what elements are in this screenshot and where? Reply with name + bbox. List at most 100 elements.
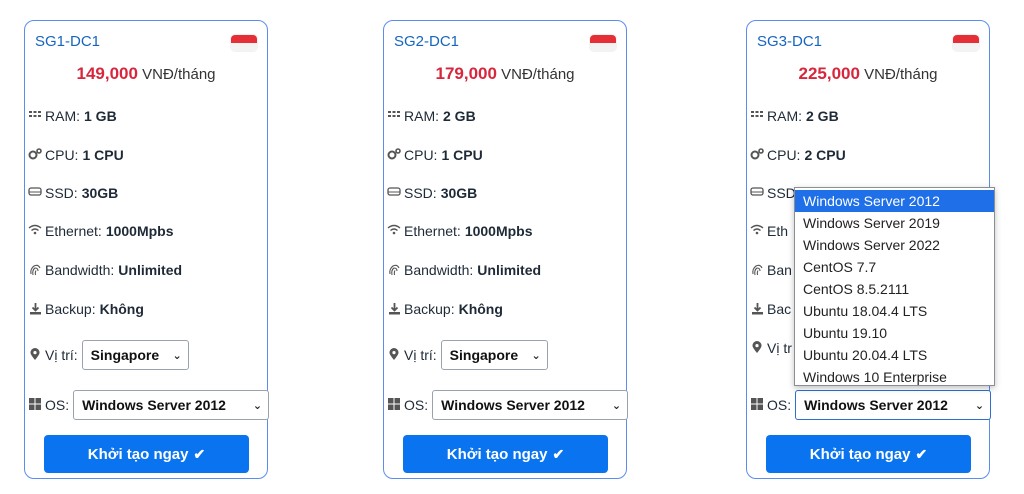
spec-label: Vị trí:: [404, 347, 437, 363]
spec-location: Vị trí: Singapore ⌄: [387, 340, 548, 370]
os-select[interactable]: Windows Server 2012 ⌄: [432, 390, 629, 420]
spec-value: 30GB: [440, 185, 478, 201]
spec-label: SSD:: [45, 185, 78, 201]
spec-ssd: SSD: [750, 185, 796, 201]
os-option[interactable]: Windows Server 2019: [795, 212, 994, 234]
spec-label: CPU:: [404, 147, 438, 163]
download-icon: [387, 302, 401, 316]
spec-label: Backup:: [404, 301, 455, 317]
chevron-down-icon: ⌄: [611, 399, 622, 412]
spec-cpu: CPU: 2 CPU: [750, 147, 846, 163]
memory-icon: [28, 109, 42, 123]
plan-title: SG3-DC1: [757, 33, 823, 50]
os-option[interactable]: Ubuntu 18.04.4 LTS: [795, 300, 994, 322]
os-select[interactable]: Windows Server 2012 ⌄: [73, 390, 270, 420]
create-now-button[interactable]: Khởi tạo ngay ✔: [766, 435, 971, 473]
plan-price: 225,000 VNĐ/tháng: [747, 64, 989, 84]
price-unit: VNĐ/tháng: [864, 66, 938, 83]
spec-label: Ethernet:: [45, 223, 102, 239]
memory-icon: [387, 109, 401, 123]
os-select[interactable]: Windows Server 2012 ⌄: [795, 390, 992, 420]
spec-value: 1 CPU: [82, 147, 124, 163]
wifi-icon: [387, 224, 401, 238]
hdd-icon: [28, 186, 42, 200]
spec-os: OS: Windows Server 2012 ⌄: [750, 390, 992, 420]
map-marker-icon: [750, 341, 764, 355]
spec-label: Bandwidth:: [45, 262, 115, 278]
spec-value: Không: [99, 301, 144, 317]
spec-label: SSD:: [404, 185, 437, 201]
pricing-section: SG1-DC1 149,000 VNĐ/tháng RAM: 1 GB CPU: 1…: [0, 0, 1024, 494]
chevron-down-icon: ⌄: [252, 399, 263, 412]
spec-value: 30GB: [81, 185, 119, 201]
spec-backup: Backup: Không: [28, 301, 144, 317]
price-unit: VNĐ/tháng: [501, 66, 575, 83]
os-option[interactable]: Windows Server 2022: [795, 234, 994, 256]
spec-bandwidth: Bandwidth: Unlimited: [28, 262, 182, 278]
location-select-value: Singapore: [449, 347, 519, 363]
spec-cpu: CPU: 1 CPU: [28, 147, 124, 163]
os-dropdown-list: Windows Server 2012 Windows Server 2019 …: [794, 187, 995, 386]
spec-label: Vị tr: [767, 340, 792, 356]
spec-label: CPU:: [45, 147, 79, 163]
os-option[interactable]: CentOS 8.5.2111: [795, 278, 994, 300]
spec-value: 1 GB: [84, 108, 117, 124]
os-option[interactable]: Windows 10 Enterprise: [795, 366, 994, 388]
spec-label: CPU:: [767, 147, 801, 163]
plan-title: SG2-DC1: [394, 33, 460, 50]
windows-icon: [750, 398, 764, 412]
create-now-button[interactable]: Khởi tạo ngay ✔: [403, 435, 608, 473]
spec-label: RAM:: [45, 108, 80, 124]
plan-card-sg2: SG2-DC1 179,000 VNĐ/tháng RAM: 2 GB CPU: 1…: [383, 20, 629, 479]
spec-ssd: SSD: 30GB: [28, 185, 118, 201]
price-amount: 179,000: [435, 64, 497, 83]
location-select[interactable]: Singapore ⌄: [81, 340, 189, 370]
check-icon: ✔: [552, 445, 565, 462]
os-option[interactable]: CentOS 7.7: [795, 256, 994, 278]
os-option[interactable]: Windows Server 2012: [795, 190, 994, 212]
spec-label: OS:: [767, 397, 792, 413]
spec-label: Bac: [767, 301, 792, 317]
spec-label: OS:: [45, 397, 70, 413]
spec-value: Không: [458, 301, 503, 317]
fingerprint-icon: [28, 263, 42, 277]
spec-backup: Bac: [750, 301, 791, 317]
price-amount: 149,000: [76, 64, 138, 83]
os-option[interactable]: Ubuntu 20.04.4 LTS: [795, 344, 994, 366]
location-select[interactable]: Singapore ⌄: [440, 340, 548, 370]
button-label: Khởi tạo ngay: [809, 445, 911, 463]
button-label: Khởi tạo ngay: [446, 445, 548, 463]
download-icon: [28, 302, 42, 316]
os-option[interactable]: Ubuntu 19.10: [795, 322, 994, 344]
singapore-flag-icon: [590, 35, 616, 51]
map-marker-icon: [28, 348, 42, 362]
spec-value: Unlimited: [118, 262, 183, 278]
spec-label: OS:: [404, 397, 429, 413]
os-select-value: Windows Server 2012: [82, 397, 226, 413]
check-icon: ✔: [193, 445, 206, 462]
spec-cpu: CPU: 1 CPU: [387, 147, 483, 163]
gears-icon: [387, 148, 401, 162]
price-unit: VNĐ/tháng: [142, 66, 216, 83]
gears-icon: [28, 148, 42, 162]
download-icon: [750, 302, 764, 316]
button-label: Khởi tạo ngay: [87, 445, 189, 463]
fingerprint-icon: [750, 263, 764, 277]
spec-ram: RAM: 1 GB: [28, 108, 117, 124]
spec-value: 1000Mpbs: [464, 223, 533, 239]
singapore-flag-icon: [953, 35, 979, 51]
spec-ram: RAM: 2 GB: [387, 108, 476, 124]
wifi-icon: [750, 224, 764, 238]
windows-icon: [387, 398, 401, 412]
spec-ram: RAM: 2 GB: [750, 108, 839, 124]
os-select-value: Windows Server 2012: [441, 397, 585, 413]
memory-icon: [750, 109, 764, 123]
os-select-value: Windows Server 2012: [804, 397, 948, 413]
spec-label: Ban: [767, 262, 792, 278]
wifi-icon: [28, 224, 42, 238]
plan-price: 179,000 VNĐ/tháng: [384, 64, 626, 84]
spec-value: 2 CPU: [804, 147, 846, 163]
create-now-button[interactable]: Khởi tạo ngay ✔: [44, 435, 249, 473]
spec-value: 2 GB: [443, 108, 476, 124]
check-icon: ✔: [915, 445, 928, 462]
